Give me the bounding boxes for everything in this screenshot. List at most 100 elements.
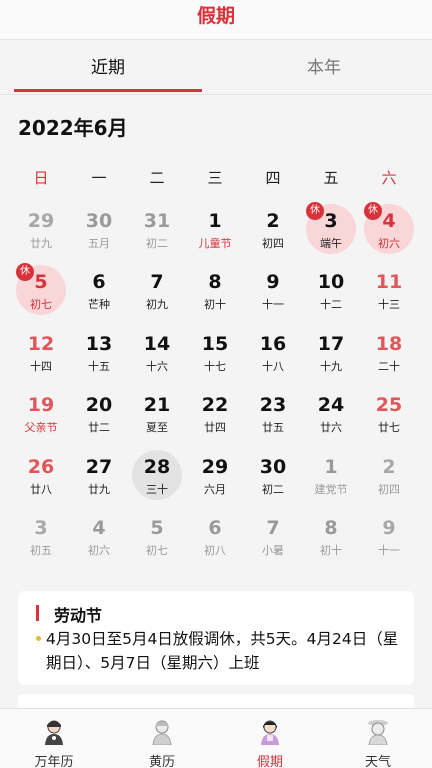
calendar-day-cell[interactable]: 7 小暑 <box>244 507 302 567</box>
lunar-date: 廿七 <box>378 421 400 435</box>
nav-jiaqi[interactable]: 假期 <box>216 709 324 768</box>
calendar-day-cell[interactable]: 11 十三 <box>360 261 418 321</box>
lunar-date: 初二 <box>146 237 168 250</box>
lunar-date: 初四 <box>378 482 400 496</box>
calendar-day-cell[interactable]: 8 初十 <box>186 261 244 321</box>
day-number: 5 <box>150 517 164 539</box>
calendar-day-cell[interactable]: 19 父亲节 <box>12 384 70 444</box>
bottom-nav: 万年历 黄历 假期 天气 <box>0 708 432 768</box>
calendar-day-cell[interactable]: 25 廿七 <box>360 384 418 444</box>
calendar-day-cell[interactable]: 30 初二 <box>244 446 302 506</box>
lunar-date: 十八 <box>262 359 284 373</box>
calendar-day-cell[interactable]: 1 建党节 <box>302 446 360 506</box>
calendar-day-cell[interactable]: 21 夏至 <box>128 384 186 444</box>
jiaqi-icon <box>261 720 279 745</box>
calendar-day-cell[interactable]: 2 初四 <box>244 200 302 260</box>
day-number: 2 <box>382 455 396 478</box>
calendar-day-cell[interactable]: 9 十一 <box>244 261 302 321</box>
calendar-day-cell[interactable]: 28 三十 <box>128 446 186 506</box>
weekday-header: 日 一 二 三 四 五 六 <box>12 167 420 191</box>
lunar-date: 初六 <box>378 237 400 250</box>
calendar-day-cell[interactable]: 5 初七 <box>128 507 186 567</box>
calendar-day-cell[interactable]: 9 十一 <box>360 507 418 567</box>
weekday-thu: 四 <box>265 169 281 187</box>
lunar-date: 初六 <box>88 544 110 557</box>
calendar-day-cell[interactable]: 24 廿六 <box>302 384 360 444</box>
calendar-day-cell[interactable]: 31 初二 <box>128 200 186 260</box>
calendar-day-cell[interactable]: 12 十四 <box>12 323 70 383</box>
calendar-day-cell[interactable]: 2 初四 <box>360 446 418 506</box>
calendar-day-cell[interactable]: 26 廿八 <box>12 446 70 506</box>
lunar-date: 父亲节 <box>24 421 58 435</box>
nav-tianqi[interactable]: 天气 <box>324 709 432 768</box>
day-number: 7 <box>266 517 280 539</box>
calendar-day-cell[interactable]: 7 初九 <box>128 261 186 321</box>
calendar-day-cell[interactable]: 13 十五 <box>70 323 128 383</box>
calendar-day-cell[interactable]: 29 廿九 <box>12 200 70 260</box>
lunar-date: 初二 <box>262 482 284 496</box>
next-holiday-card[interactable] <box>18 694 414 708</box>
calendar-day-cell[interactable]: 4 初六 <box>70 507 128 567</box>
lunar-date: 初十 <box>320 544 342 557</box>
nav-wannianli[interactable]: 万年历 <box>0 709 108 768</box>
day-number: 21 <box>143 394 171 417</box>
nav-huangli[interactable]: 黄历 <box>108 709 216 768</box>
calendar-day-cell[interactable]: 3 初五 <box>12 507 70 567</box>
calendar-day-cell[interactable]: 1 儿童节 <box>186 200 244 260</box>
lunar-date: 五月 <box>88 237 110 250</box>
calendar-day-cell[interactable]: 10 十二 <box>302 261 360 321</box>
calendar-day-cell[interactable]: 6 初八 <box>186 507 244 567</box>
day-number: 6 <box>92 271 106 294</box>
day-number: 11 <box>375 271 403 294</box>
calendar-day-cell[interactable]: 27 廿九 <box>70 446 128 506</box>
active-tab-indicator <box>14 89 202 92</box>
day-number: 26 <box>27 455 55 478</box>
day-number: 30 <box>259 455 287 478</box>
lunar-date: 十七 <box>204 359 226 373</box>
tab-recent[interactable]: 近期 <box>8 41 208 95</box>
calendar-day-cell[interactable]: 17 十九 <box>302 323 360 383</box>
calendar-day-cell[interactable]: 4 初六休 <box>360 200 418 260</box>
day-number: 8 <box>208 271 222 294</box>
calendar-day-cell[interactable]: 16 十八 <box>244 323 302 383</box>
calendar-day-cell[interactable]: 15 十七 <box>186 323 244 383</box>
calendar-day-cell[interactable]: 23 廿五 <box>244 384 302 444</box>
day-number: 18 <box>375 332 403 355</box>
day-number: 29 <box>27 210 55 232</box>
lunar-date: 廿四 <box>204 421 226 435</box>
lunar-date: 初七 <box>146 544 168 557</box>
calendar-day-cell[interactable]: 30 五月 <box>70 200 128 260</box>
calendar-day-cell[interactable]: 22 廿四 <box>186 384 244 444</box>
lunar-date: 端午 <box>320 237 342 250</box>
calendar-day-cell[interactable]: 14 十六 <box>128 323 186 383</box>
calendar-day-cell[interactable]: 29 六月 <box>186 446 244 506</box>
calendar-day-cell[interactable]: 3 端午休 <box>302 200 360 260</box>
day-number: 28 <box>143 455 171 478</box>
rest-day-badge: 休 <box>306 202 324 220</box>
day-number: 19 <box>27 394 55 417</box>
day-number: 15 <box>201 332 229 355</box>
tabs-divider <box>0 94 432 95</box>
lunar-date: 儿童节 <box>198 237 232 250</box>
day-number: 9 <box>266 271 280 294</box>
day-number: 9 <box>382 517 396 539</box>
calendar-day-cell[interactable]: 18 二十 <box>360 323 418 383</box>
day-number: 25 <box>375 394 403 417</box>
lunar-date: 十九 <box>320 359 342 373</box>
holiday-card[interactable]: 劳动节 4月30日至5月4日放假调休，共5天。4月24日（星期日）、5月7日（星… <box>18 591 414 685</box>
calendar-day-cell[interactable]: 5 初七休 <box>12 261 70 321</box>
lunar-date: 十四 <box>30 359 52 373</box>
nav-label: 万年历 <box>34 755 74 768</box>
day-number: 10 <box>317 271 345 294</box>
lunar-date: 廿八 <box>30 482 52 496</box>
day-number: 23 <box>259 394 287 417</box>
day-number: 29 <box>201 455 229 478</box>
weekday-tue: 二 <box>149 169 165 187</box>
calendar-day-cell[interactable]: 8 初十 <box>302 507 360 567</box>
day-number: 6 <box>208 517 222 539</box>
wannianli-icon <box>45 720 63 745</box>
calendar-day-cell[interactable]: 6 芒种 <box>70 261 128 321</box>
calendar-day-cell[interactable]: 20 廿二 <box>70 384 128 444</box>
tab-this-year[interactable]: 本年 <box>224 41 424 95</box>
month-title: 2022年6月 <box>18 116 128 140</box>
